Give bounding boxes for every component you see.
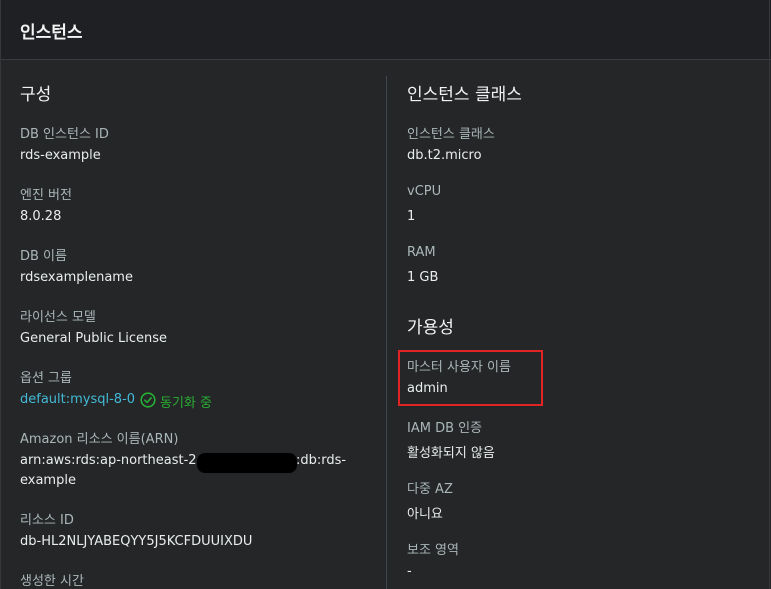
ram-value: 1 GB	[407, 270, 439, 285]
vcpu-label: vCPU	[407, 184, 442, 199]
secondary-zone-label: 보조 영역	[407, 543, 459, 558]
secondary-zone-value: -	[407, 564, 412, 579]
db-instance-id-value: rds-example	[20, 148, 101, 163]
config-section-title: 구성	[20, 85, 52, 105]
iam-auth-value: 활성화되지 않음	[407, 446, 495, 461]
column-divider	[386, 76, 387, 589]
resource-id-label: 리소스 ID	[20, 513, 74, 528]
multi-az-label: 다중 AZ	[407, 482, 453, 497]
resource-id-value: db-HL2NLJYABEQYY5J5KCFDUUIXDU	[20, 534, 253, 549]
option-group-status: 동기화 중	[160, 396, 212, 411]
vcpu-value: 1	[407, 209, 416, 224]
page-header: 인스턴스	[0, 0, 771, 60]
option-group-label: 옵션 그룹	[20, 371, 72, 386]
db-name-label: DB 이름	[20, 249, 67, 264]
db-instance-id-label: DB 인스턴스 ID	[20, 127, 109, 142]
db-name-value: rdsexamplename	[20, 270, 133, 285]
license-model-value: General Public License	[20, 331, 167, 346]
arn-value-line2: example	[20, 473, 76, 488]
option-group-link[interactable]: default:mysql-8-0	[20, 392, 135, 407]
multi-az-value: 아니요	[407, 507, 443, 522]
arn-value-prefix: arn:aws:rds:ap-northeast-2:	[20, 453, 201, 468]
created-time-label: 생성한 시간	[20, 574, 84, 589]
master-username-label: 마스터 사용자 이름	[407, 360, 511, 375]
redacted-account-id	[197, 453, 297, 473]
ram-label: RAM	[407, 245, 436, 260]
master-username-value: admin	[407, 381, 448, 396]
engine-version-label: 엔진 버전	[20, 188, 72, 203]
instance-class-label: 인스턴스 클래스	[407, 127, 495, 142]
availability-section-title: 가용성	[407, 318, 454, 338]
iam-auth-label: IAM DB 인증	[407, 421, 483, 436]
license-model-label: 라이선스 모델	[20, 310, 96, 325]
instance-class-section-title: 인스턴스 클래스	[407, 85, 522, 105]
engine-version-value: 8.0.28	[20, 209, 62, 224]
panel-border	[0, 0, 770, 589]
instance-class-value: db.t2.micro	[407, 148, 482, 163]
arn-label: Amazon 리소스 이름(ARN)	[20, 432, 179, 447]
check-circle-icon	[140, 392, 156, 408]
arn-value-suffix: :db:rds-	[296, 453, 347, 468]
page-title: 인스턴스	[20, 23, 83, 43]
